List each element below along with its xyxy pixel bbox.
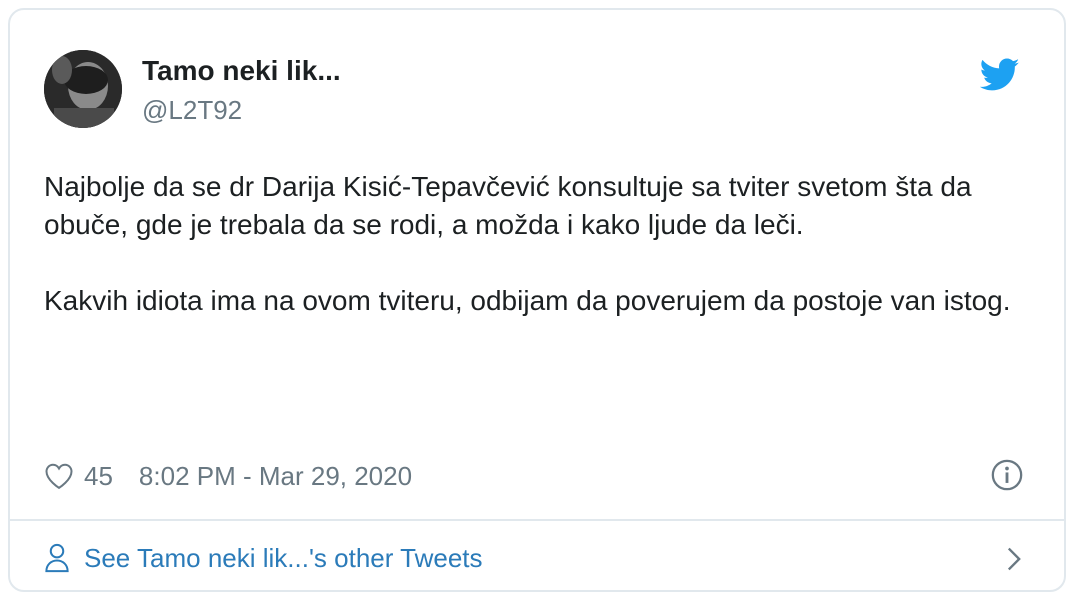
- user-name[interactable]: Tamo neki lik...: [142, 55, 341, 87]
- divider: [10, 519, 1064, 521]
- tweet-meta: 45 8:02 PM - Mar 29, 2020: [44, 458, 412, 494]
- heart-icon[interactable]: [44, 462, 74, 490]
- tweet-text: Najbolje da se dr Darija Kisić-Tepavčevi…: [44, 168, 1024, 320]
- tweet-paragraph: Najbolje da se dr Darija Kisić-Tepavčevi…: [44, 171, 972, 240]
- other-tweets-label[interactable]: See Tamo neki lik...'s other Tweets: [84, 543, 483, 574]
- like-count[interactable]: 45: [84, 461, 113, 492]
- tweet-card: Tamo neki lik... @L2T92 Najbolje da se d…: [8, 8, 1066, 592]
- chevron-right-icon[interactable]: [1004, 546, 1024, 572]
- twitter-bird-icon[interactable]: [980, 58, 1020, 92]
- timestamp[interactable]: 8:02 PM - Mar 29, 2020: [139, 461, 412, 492]
- profile-photo-icon: [44, 50, 122, 128]
- person-icon: [45, 543, 69, 573]
- other-tweets-link[interactable]: See Tamo neki lik...'s other Tweets: [44, 538, 1034, 578]
- avatar[interactable]: [44, 50, 122, 128]
- user-handle[interactable]: @L2T92: [142, 95, 242, 126]
- info-icon[interactable]: [990, 458, 1024, 492]
- tweet-paragraph: Kakvih idiota ima na ovom tviteru, odbij…: [44, 285, 1011, 316]
